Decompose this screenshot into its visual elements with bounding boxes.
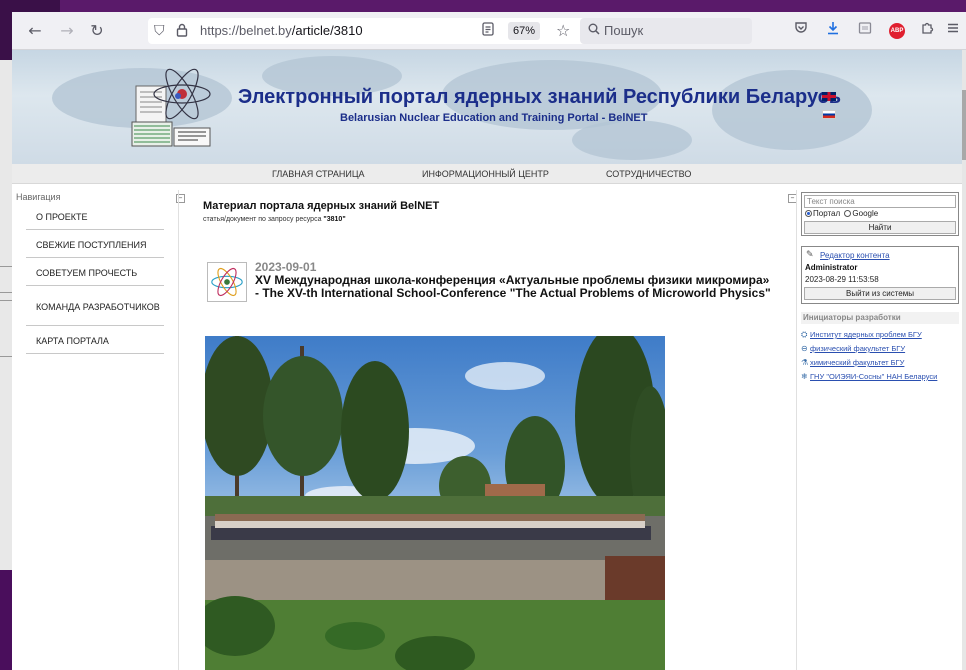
search-scope: Портал Google <box>805 209 878 218</box>
nav-item-about[interactable]: О ПРОЕКТЕ <box>26 204 164 230</box>
banner-subtitle: Belarusian Nuclear Education and Trainin… <box>340 112 648 124</box>
radio-google[interactable] <box>844 210 852 217</box>
navigation-heading: Навигация <box>16 192 61 202</box>
site-search-box: Текст поиска Портал Google Найти <box>801 192 959 236</box>
editor-icon: ✎ <box>806 250 814 260</box>
menu-info-center[interactable]: ИНФОРМАЦИОННЫЙ ЦЕНТР <box>422 164 549 184</box>
pocket-icon[interactable] <box>790 20 812 42</box>
shield-icon[interactable]: ⛉ <box>154 18 165 44</box>
article-title[interactable]: XV Международная школа-конференция «Акту… <box>255 274 775 300</box>
menu-hamburger-icon[interactable] <box>942 20 964 42</box>
nav-item-dev-team[interactable]: КОМАНДА РАЗРАБОТЧИКОВ <box>26 288 164 326</box>
top-menu: ГЛАВНАЯ СТРАНИЦА ИНФОРМАЦИОННЫЙ ЦЕНТР СО… <box>12 164 962 184</box>
url-text[interactable]: https://belnet.by/article/3810 <box>200 18 363 44</box>
initiator-link-sosny[interactable]: ❄ ГНУ "ОИЭЯИ-Сосны" НАН Беларуси <box>801 372 937 381</box>
site-banner: Электронный портал ядерных знаний Респуб… <box>12 50 962 164</box>
page-subtitle: статья/документ по запросу ресурса "3810… <box>203 216 346 223</box>
atom-logo-icon <box>131 68 211 147</box>
radio-portal[interactable] <box>805 210 812 217</box>
reload-icon[interactable]: ↻ <box>86 20 108 42</box>
nav-item-site-map[interactable]: КАРТА ПОРТАЛА <box>26 328 164 354</box>
back-arrow-icon[interactable]: ← <box>24 20 46 42</box>
initiator-link-physics[interactable]: ⊖ физический факультет БГУ <box>801 344 905 353</box>
download-icon[interactable] <box>822 20 844 42</box>
subtitle-resource-id: "3810" <box>323 216 346 223</box>
institute-icon: ⛭ <box>801 330 808 339</box>
browser-window: ← → ↻ ⛉ https://belnet.by/article/3810 6… <box>12 12 966 670</box>
search-icon <box>588 18 600 44</box>
page-title: Материал портала ядерных знаний BelNET <box>203 200 440 212</box>
article-date: 2023-09-01 <box>255 260 317 274</box>
initiator-label: ГНУ "ОИЭЯИ-Сосны" НАН Беларуси <box>810 372 938 381</box>
search-placeholder: Пошук <box>604 23 644 38</box>
initiator-link-chemistry[interactable]: ⚗ химический факультет БГУ <box>801 358 904 367</box>
right-sidebar: Текст поиска Портал Google Найти ✎ Редак… <box>796 190 962 670</box>
content-editor-link[interactable]: Редактор контента <box>820 251 890 260</box>
russian-flag-icon[interactable] <box>822 110 836 119</box>
initiator-link-inp[interactable]: ⛭ Институт ядерных проблем БГУ <box>801 330 922 340</box>
chemistry-flask-icon: ⚗ <box>801 358 809 367</box>
banner-title: Электронный портал ядерных знаний Респуб… <box>238 86 842 108</box>
logout-button[interactable]: Выйти из системы <box>804 287 956 300</box>
editor-username: Administrator <box>805 263 858 272</box>
forward-arrow-icon[interactable]: → <box>56 20 78 42</box>
initiators-heading: Инициаторы разработки <box>801 312 959 324</box>
main-content: Материал портала ядерных знаний BelNET с… <box>178 190 796 670</box>
physics-icon: ⊖ <box>801 344 808 353</box>
menu-home[interactable]: ГЛАВНАЯ СТРАНИЦА <box>272 164 365 184</box>
extension-screen-icon[interactable] <box>854 20 876 42</box>
url-bar[interactable]: ⛉ https://belnet.by/article/3810 67% ☆ <box>148 18 602 44</box>
adblock-icon[interactable]: ABP <box>889 23 905 39</box>
radio-google-label: Google <box>852 209 879 218</box>
extensions-puzzle-icon[interactable] <box>916 20 938 42</box>
lock-icon[interactable] <box>176 18 188 44</box>
page-viewport: Электронный портал ядерных знаний Респуб… <box>12 50 966 670</box>
editor-panel: ✎ Редактор контента Administrator 2023-0… <box>801 246 959 304</box>
left-navigation: Навигация О ПРОЕКТЕ СВЕЖИЕ ПОСТУПЛЕНИЯ С… <box>12 190 172 670</box>
nav-item-new-arrivals[interactable]: СВЕЖИЕ ПОСТУПЛЕНИЯ <box>26 232 164 258</box>
english-flag-icon[interactable] <box>822 92 836 101</box>
bookmark-star-icon[interactable]: ☆ <box>556 18 570 44</box>
menu-cooperation[interactable]: СОТРУДНИЧЕСТВО <box>606 164 691 184</box>
initiator-label: Институт ядерных проблем БГУ <box>810 330 922 339</box>
atom-article-icon <box>207 262 247 302</box>
browser-toolbar: ← → ↻ ⛉ https://belnet.by/article/3810 6… <box>12 12 966 50</box>
group-photo[interactable] <box>205 336 665 670</box>
snowflake-icon: ❄ <box>801 372 808 381</box>
url-host: https://belnet.by <box>200 23 292 38</box>
reader-view-icon[interactable] <box>482 18 494 44</box>
radio-portal-label: Портал <box>813 209 841 218</box>
subtitle-prefix: статья/документ по запросу ресурса <box>203 216 324 223</box>
site-search-input[interactable]: Текст поиска <box>804 195 956 208</box>
initiator-label: физический факультет БГУ <box>810 344 906 353</box>
page-scrollbar-thumb[interactable] <box>962 90 966 160</box>
zoom-level-badge[interactable]: 67% <box>508 22 541 40</box>
find-button[interactable]: Найти <box>804 221 956 234</box>
nav-item-recommended[interactable]: СОВЕТУЕМ ПРОЧЕСТЬ <box>26 260 164 286</box>
editor-login-time: 2023-08-29 11:53:58 <box>805 275 879 284</box>
initiator-label: химический факультет БГУ <box>810 358 905 367</box>
url-path: /article/3810 <box>291 23 363 38</box>
search-bar[interactable]: Пошук <box>580 18 752 44</box>
